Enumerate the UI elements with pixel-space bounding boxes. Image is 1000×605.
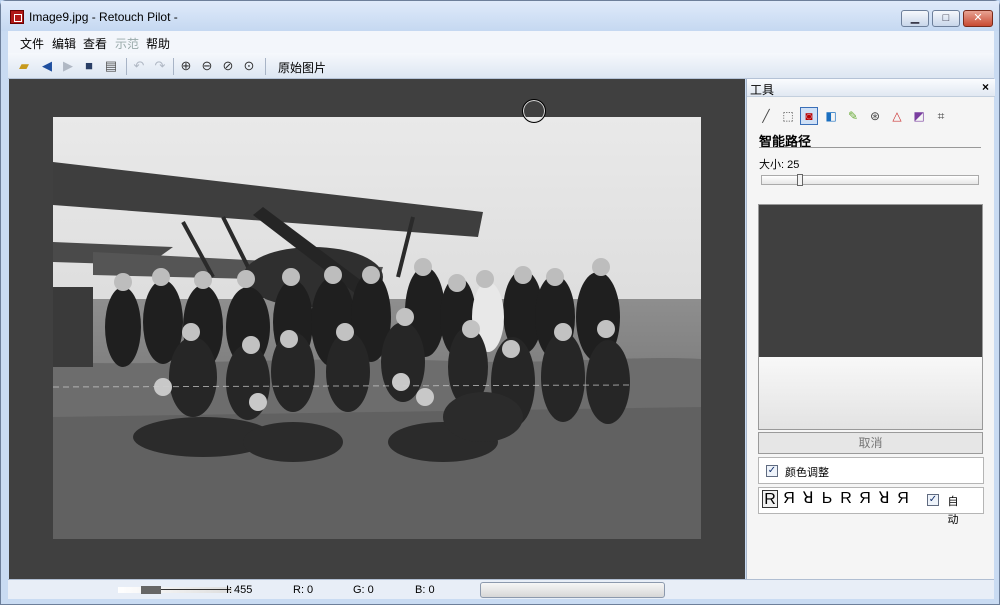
- size-slider[interactable]: [761, 174, 979, 186]
- menu-help[interactable]: 帮助: [146, 35, 170, 52]
- tools-panel-close-button[interactable]: ×: [982, 80, 989, 94]
- glyph-option[interactable]: ꓤ: [800, 490, 816, 508]
- color-adjust-checkbox[interactable]: ✓: [766, 465, 778, 477]
- toolbar-separator: [173, 58, 174, 75]
- zoom-slider-line: [161, 589, 231, 590]
- blue-value: B: 0: [415, 584, 435, 596]
- lasso-tool-icon[interactable]: ⬚: [779, 107, 797, 125]
- title-bar[interactable]: Image9.jpg - Retouch Pilot - ▁ □ ✕: [1, 1, 999, 31]
- tool-selector: ╱ ⬚ ◙ ◧ ✎ ⊛ △ ◩ ⌗: [757, 107, 987, 127]
- glyph-option[interactable]: R: [762, 490, 778, 508]
- zoom-in-icon[interactable]: ⊕: [177, 57, 195, 75]
- color-tool-icon[interactable]: ◩: [910, 107, 928, 125]
- open-icon[interactable]: ▰: [15, 57, 33, 75]
- menu-file[interactable]: 文件: [20, 35, 44, 52]
- forward-icon[interactable]: ▶: [59, 57, 77, 75]
- close-button[interactable]: ✕: [963, 10, 993, 27]
- size-slider-thumb[interactable]: [797, 174, 803, 186]
- zoom-tick-icon: I:: [226, 584, 233, 596]
- save-icon[interactable]: ■: [80, 57, 98, 75]
- clone-tool-icon[interactable]: ◧: [822, 107, 840, 125]
- minimize-button[interactable]: ▁: [901, 10, 929, 27]
- pencil-tool-icon[interactable]: ╱: [757, 107, 775, 125]
- glyph-option[interactable]: ꓤ: [876, 490, 892, 508]
- target-tool-icon[interactable]: ⊛: [866, 107, 884, 125]
- preview-dark-area: [759, 205, 982, 357]
- tools-panel-title: 工具: [750, 83, 775, 97]
- tools-panel-header: 工具 ×: [747, 79, 995, 97]
- menu-view[interactable]: 查看: [83, 35, 107, 52]
- progress-bar: [480, 582, 665, 598]
- app-logo-icon: [10, 10, 24, 24]
- toolbar: ▰ ◀ ▶ ■ ▤ ↶ ↷ ⊕ ⊖ ⊘ ⊙ 原始图片: [8, 53, 994, 79]
- glyph-option[interactable]: Ь: [819, 490, 835, 508]
- original-image-button[interactable]: 原始图片: [278, 59, 326, 76]
- crop-tool-icon[interactable]: ⌗: [932, 107, 950, 125]
- maximize-button[interactable]: □: [932, 10, 960, 27]
- glyph-option[interactable]: Я: [895, 490, 911, 508]
- auto-checkbox[interactable]: ✓: [927, 494, 939, 506]
- color-adjust-row: ✓ 颜色调整: [758, 457, 984, 484]
- mode-glyph-row: R Я ꓤ Ь R Я ꓤ Я ✓ 自动: [758, 487, 984, 526]
- window-title: Image9.jpg - Retouch Pilot -: [29, 10, 178, 24]
- zoom-slider[interactable]: [118, 587, 232, 593]
- zoom-out-icon[interactable]: ⊖: [198, 57, 216, 75]
- toolbar-separator: [126, 58, 127, 75]
- zoom-actual-icon[interactable]: ⊙: [240, 57, 258, 75]
- preview-light-area: [759, 357, 982, 429]
- zoom-slider-fill: [141, 586, 161, 594]
- zoom-value: 455: [234, 584, 253, 596]
- toolbar-separator: [265, 58, 266, 75]
- divider: [759, 147, 981, 148]
- glyph-option[interactable]: Я: [781, 490, 797, 508]
- back-icon[interactable]: ◀: [38, 57, 56, 75]
- print-icon[interactable]: ▤: [102, 57, 120, 75]
- auto-label: 自动: [947, 496, 959, 526]
- cancel-button[interactable]: 取消: [758, 432, 983, 454]
- image-canvas[interactable]: [9, 79, 745, 579]
- green-value: G: 0: [353, 584, 374, 596]
- size-label: 大小: 25: [759, 159, 800, 171]
- glyph-option[interactable]: R: [838, 490, 854, 508]
- menu-demo[interactable]: 示范: [115, 35, 139, 52]
- zoom-fit-icon[interactable]: ⊘: [219, 57, 237, 75]
- menu-bar: 文件 编辑 查看 示范 帮助: [8, 31, 994, 53]
- brush-cursor: [522, 99, 546, 123]
- glyph-option[interactable]: Я: [857, 490, 873, 508]
- photo-illustration: [53, 117, 701, 539]
- status-bar: I: 455 R: 0 G: 0 B: 0: [8, 579, 994, 599]
- app-window: Image9.jpg - Retouch Pilot - ▁ □ ✕ 文件 编辑…: [0, 0, 1000, 605]
- menu-edit[interactable]: 编辑: [52, 35, 76, 52]
- tool-preview: [758, 204, 983, 430]
- color-adjust-label: 颜色调整: [785, 467, 829, 479]
- group-photo-image[interactable]: [53, 117, 701, 539]
- red-value: R: 0: [293, 584, 314, 596]
- redo-icon[interactable]: ↷: [151, 57, 169, 75]
- tools-panel: 工具 × ╱ ⬚ ◙ ◧ ✎ ⊛ △ ◩ ⌗ 智能路径 大小: 25 取消 ✓ …: [746, 79, 995, 579]
- smart-path-tool-icon[interactable]: ◙: [800, 107, 818, 125]
- undo-icon[interactable]: ↶: [130, 57, 148, 75]
- brush-tool-icon[interactable]: ✎: [844, 107, 862, 125]
- fix-tool-icon[interactable]: △: [888, 107, 906, 125]
